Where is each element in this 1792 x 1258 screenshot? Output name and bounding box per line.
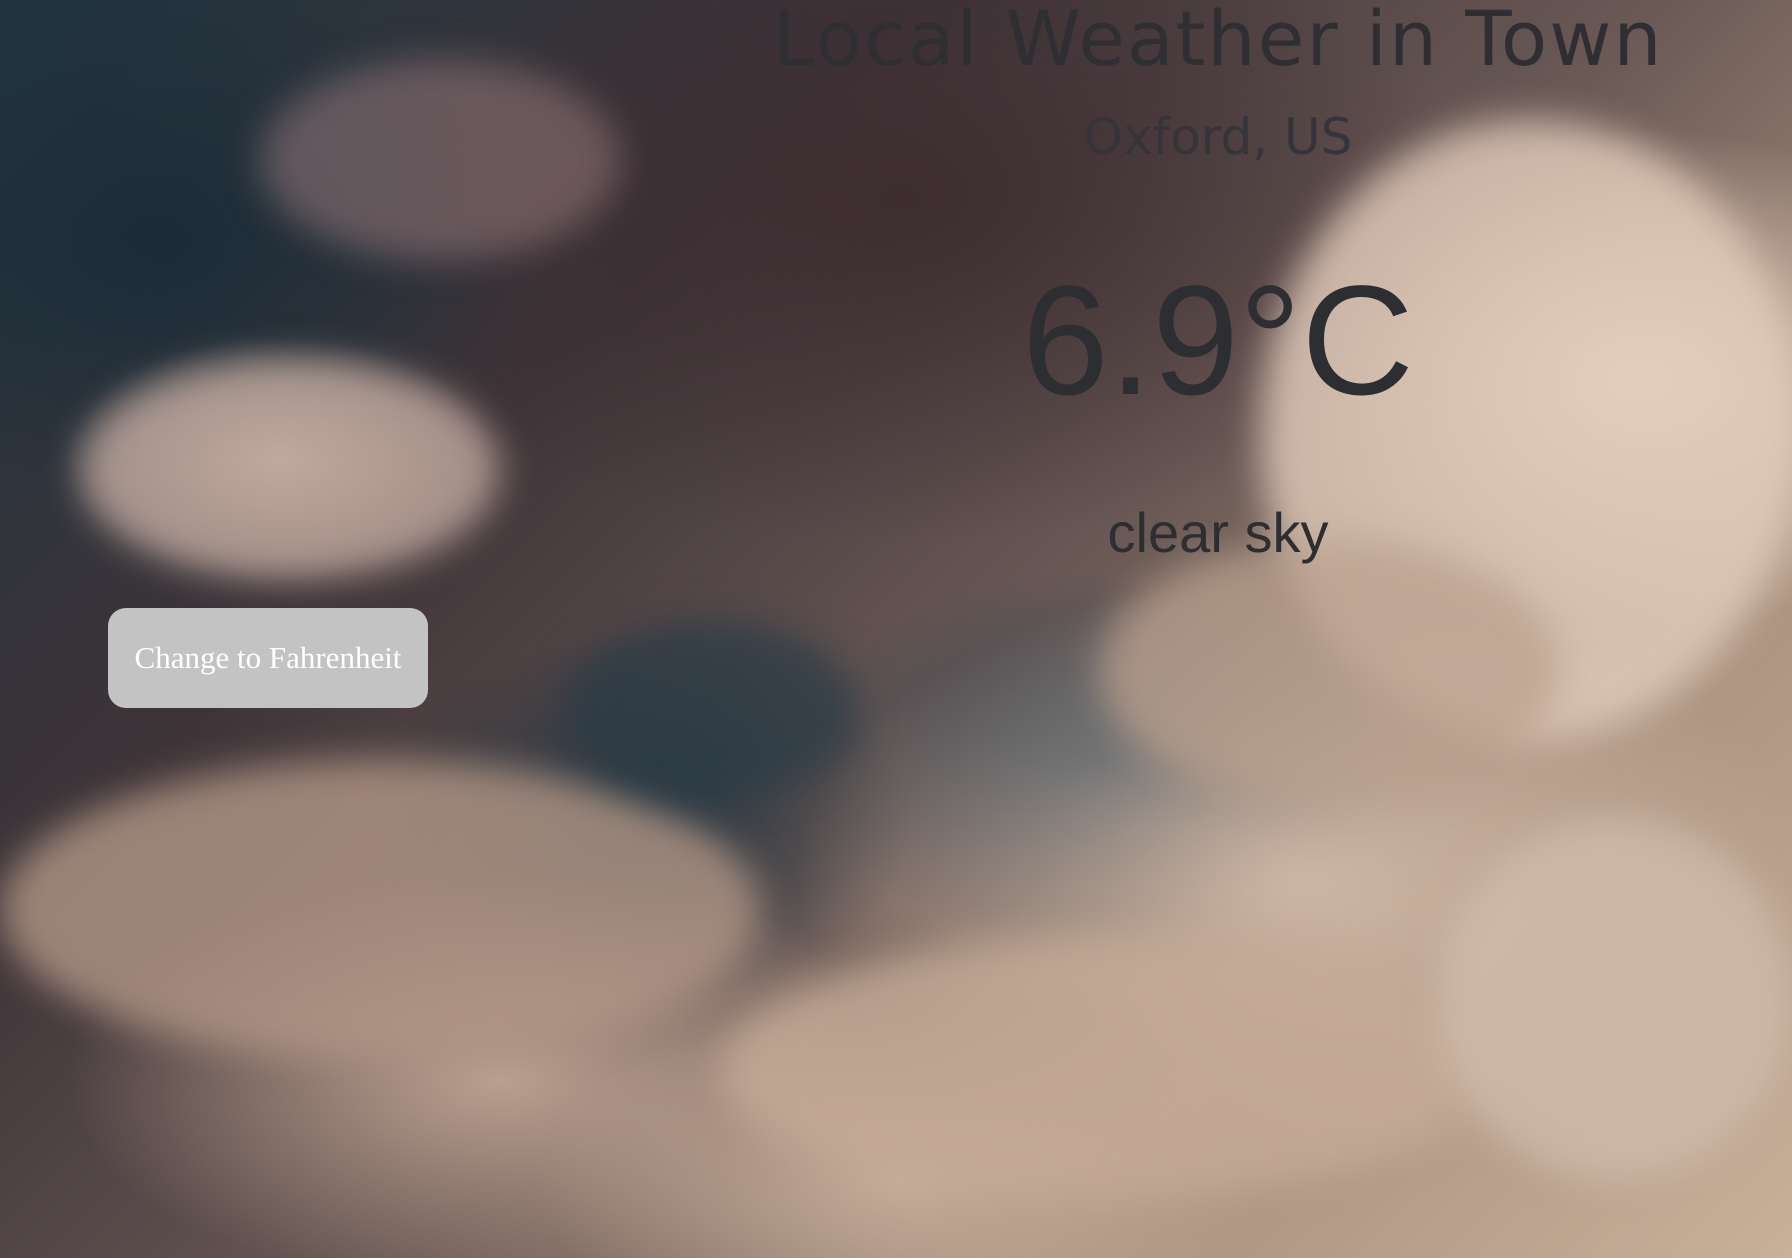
temperature-value: 6.9°C <box>1022 254 1414 428</box>
page-title: Local Weather in Town <box>772 0 1664 83</box>
change-unit-button[interactable]: Change to Fahrenheit <box>108 608 428 708</box>
location-label: Oxford, US <box>1083 108 1353 166</box>
weather-app: Local Weather in Town Oxford, US 6.9°C c… <box>0 0 1792 1258</box>
weather-description: clear sky <box>1107 501 1329 564</box>
